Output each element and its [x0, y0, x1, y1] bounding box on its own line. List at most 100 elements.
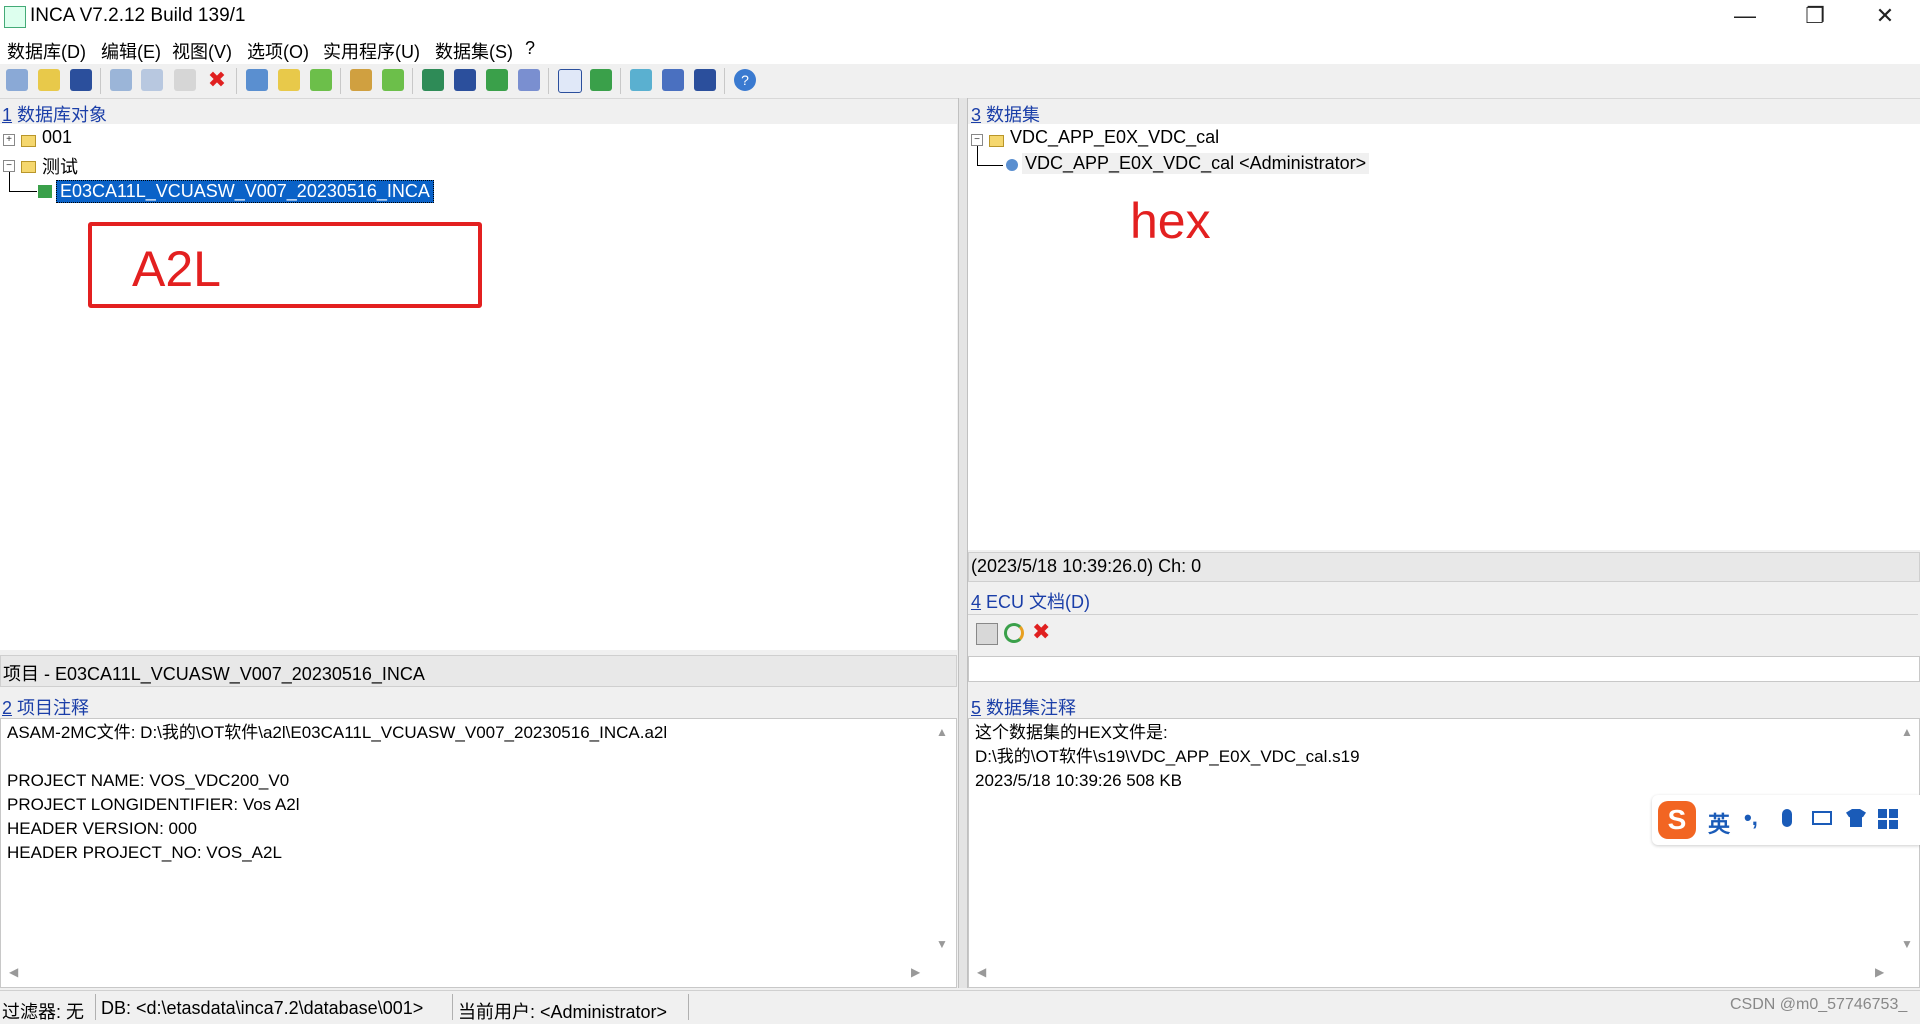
sogou-logo-icon[interactable]: S — [1658, 801, 1696, 839]
collapse-toggle[interactable]: − — [971, 134, 983, 146]
user-status: 当前用户: <Administrator> — [458, 1002, 668, 1022]
menu-database[interactable]: 数据库(D) — [7, 38, 86, 64]
save-icon[interactable] — [70, 69, 92, 91]
folder-icon — [989, 135, 1004, 147]
monitor-icon[interactable] — [590, 69, 612, 91]
tree-node-test[interactable]: 测试 — [42, 153, 78, 179]
export-icon[interactable] — [382, 69, 404, 91]
ecu-doc-toolbar: ✖ — [968, 614, 1918, 651]
toolbar-separator — [236, 68, 237, 94]
ecu-icon[interactable] — [454, 69, 476, 91]
status-bar: 过滤器: 无 DB: <d:\etasdata\inca7.2\database… — [0, 990, 1920, 1024]
tree-node-dataset[interactable]: VDC_APP_E0X_VDC_cal — [1010, 127, 1219, 148]
panel4-header: 4 ECU 文档(D) — [971, 592, 1091, 612]
db-status: DB: <d:\etasdata\inca7.2\database\001> — [101, 998, 424, 1018]
scroll-down-arrow[interactable]: ▼ — [936, 937, 948, 951]
ime-mode-toggle[interactable]: 英 — [1708, 807, 1730, 839]
project-status-bar: 项目 - E03CA11L_VCUASW_V007_20230516_INCA — [0, 655, 957, 687]
copy-icon[interactable] — [141, 69, 163, 91]
status-separator — [95, 994, 96, 1020]
settings-icon[interactable] — [694, 69, 716, 91]
tree-node-project[interactable]: E03CA11L_VCUASW_V007_20230516_INCA — [56, 180, 434, 203]
toolbar-separator — [548, 68, 549, 94]
comment-line: HEADER PROJECT_NO: VOS_A2L — [7, 843, 282, 862]
toolbar-separator — [340, 68, 341, 94]
restore-button[interactable]: ❐ — [1780, 0, 1850, 34]
scroll-left-arrow[interactable]: ◀ — [977, 965, 986, 979]
dataset-comment-box[interactable]: 这个数据集的HEX文件是: D:\我的\OT软件\s19\VDC_APP_E0X… — [968, 718, 1920, 988]
green-box-icon[interactable] — [486, 69, 508, 91]
add-tree-icon[interactable] — [310, 69, 332, 91]
database-icon[interactable] — [6, 69, 28, 91]
import-icon[interactable] — [350, 69, 372, 91]
paste-icon[interactable] — [174, 69, 196, 91]
keyboard-icon[interactable] — [1812, 811, 1832, 825]
menu-edit[interactable]: 编辑(E) — [101, 38, 161, 64]
tree-line — [977, 165, 1003, 166]
filter-status: 过滤器: 无 — [2, 1002, 85, 1022]
tree-node-001[interactable]: 001 — [42, 127, 72, 148]
ecu-doc-list[interactable] — [968, 656, 1920, 682]
delete-icon[interactable]: ✖ — [206, 69, 228, 91]
panel5-header: 5 数据集注释 — [971, 698, 1077, 718]
menu-view[interactable]: 视图(V) — [172, 38, 232, 64]
scroll-right-arrow[interactable]: ▶ — [911, 965, 920, 979]
expand-toggle[interactable]: + — [3, 134, 15, 146]
vertical-splitter[interactable] — [958, 98, 968, 988]
scroll-down-arrow[interactable]: ▼ — [1901, 937, 1913, 951]
collapse-toggle[interactable]: − — [3, 160, 15, 172]
checklist-icon[interactable] — [558, 69, 582, 93]
microphone-icon[interactable] — [1782, 809, 1792, 827]
delete-icon[interactable]: ✖ — [1032, 619, 1050, 645]
compare-icon[interactable] — [518, 69, 540, 91]
scroll-up-arrow[interactable]: ▲ — [936, 725, 948, 739]
a2l-annotation-label: A2L — [132, 241, 221, 297]
cut-icon[interactable] — [110, 69, 132, 91]
tree-node-dataset-admin[interactable]: VDC_APP_E0X_VDC_cal <Administrator> — [1022, 153, 1370, 174]
toolbar-separator — [412, 68, 413, 94]
tree-line — [977, 146, 978, 166]
menu-help[interactable]: ? — [525, 38, 535, 59]
minimize-button[interactable]: — — [1710, 0, 1780, 34]
refresh-icon[interactable] — [1004, 623, 1024, 643]
menu-utilities[interactable]: 实用程序(U) — [323, 38, 420, 64]
split-icon[interactable] — [662, 69, 684, 91]
toolbox-icon[interactable] — [1878, 809, 1898, 829]
comment-line: D:\我的\OT软件\s19\VDC_APP_E0X_VDC_cal.s19 — [975, 747, 1360, 766]
open-folder-icon[interactable] — [38, 69, 60, 91]
folder-icon — [21, 161, 36, 173]
help-icon[interactable]: ? — [734, 69, 756, 91]
comment-line: PROJECT LONGIDENTIFIER: Vos A2l — [7, 795, 300, 814]
scroll-right-arrow[interactable]: ▶ — [1875, 965, 1884, 979]
dataset-status-bar: (2023/5/18 10:39:26.0) Ch: 0 — [968, 552, 1920, 582]
toolbar-separator — [100, 68, 101, 94]
close-button[interactable]: ✕ — [1850, 0, 1920, 34]
menu-options[interactable]: 选项(O) — [247, 38, 309, 64]
status-separator — [452, 994, 453, 1020]
workspace-icon[interactable] — [246, 69, 268, 91]
hex-annotation-label: hex — [1130, 193, 1211, 249]
comment-line: PROJECT NAME: VOS_VDC200_V0 — [7, 771, 290, 790]
skin-icon[interactable] — [1846, 809, 1866, 827]
document-icon[interactable] — [976, 623, 998, 645]
panel2-header: 2 项目注释 — [2, 698, 90, 718]
status-separator — [688, 994, 689, 1020]
tree-icon[interactable] — [278, 69, 300, 91]
comment-line: HEADER VERSION: 000 — [7, 819, 197, 838]
scroll-left-arrow[interactable]: ◀ — [9, 965, 18, 979]
comment-line: 2023/5/18 10:39:26 508 KB — [975, 771, 1183, 790]
menu-bar: 数据库(D) 编辑(E) 视图(V) 选项(O) 实用程序(U) 数据集(S) … — [0, 34, 1920, 64]
scroll-up-arrow[interactable]: ▲ — [1901, 725, 1913, 739]
watermark: CSDN @m0_57746753_ — [1730, 996, 1908, 1013]
book-icon[interactable] — [422, 69, 444, 91]
database-tree[interactable]: + 001 − 测试 E03CA11L_VCUASW_V007_20230516… — [0, 124, 957, 650]
menu-dataset[interactable]: 数据集(S) — [435, 38, 513, 64]
project-comment-box[interactable]: ASAM-2MC文件: D:\我的\OT软件\a2l\E03CA11L_VCUA… — [0, 718, 957, 988]
ime-punct-toggle[interactable]: •, — [1744, 805, 1758, 831]
dataset-tree[interactable]: − VDC_APP_E0X_VDC_cal VDC_APP_E0X_VDC_ca… — [968, 124, 1920, 550]
search-icon[interactable] — [630, 69, 652, 91]
project-icon — [38, 185, 52, 198]
dataset-status-text: (2023/5/18 10:39:26.0) Ch: 0 — [971, 556, 1202, 576]
comment-line: ASAM-2MC文件: D:\我的\OT软件\a2l\E03CA11L_VCUA… — [7, 723, 668, 742]
tree-line — [9, 172, 10, 192]
